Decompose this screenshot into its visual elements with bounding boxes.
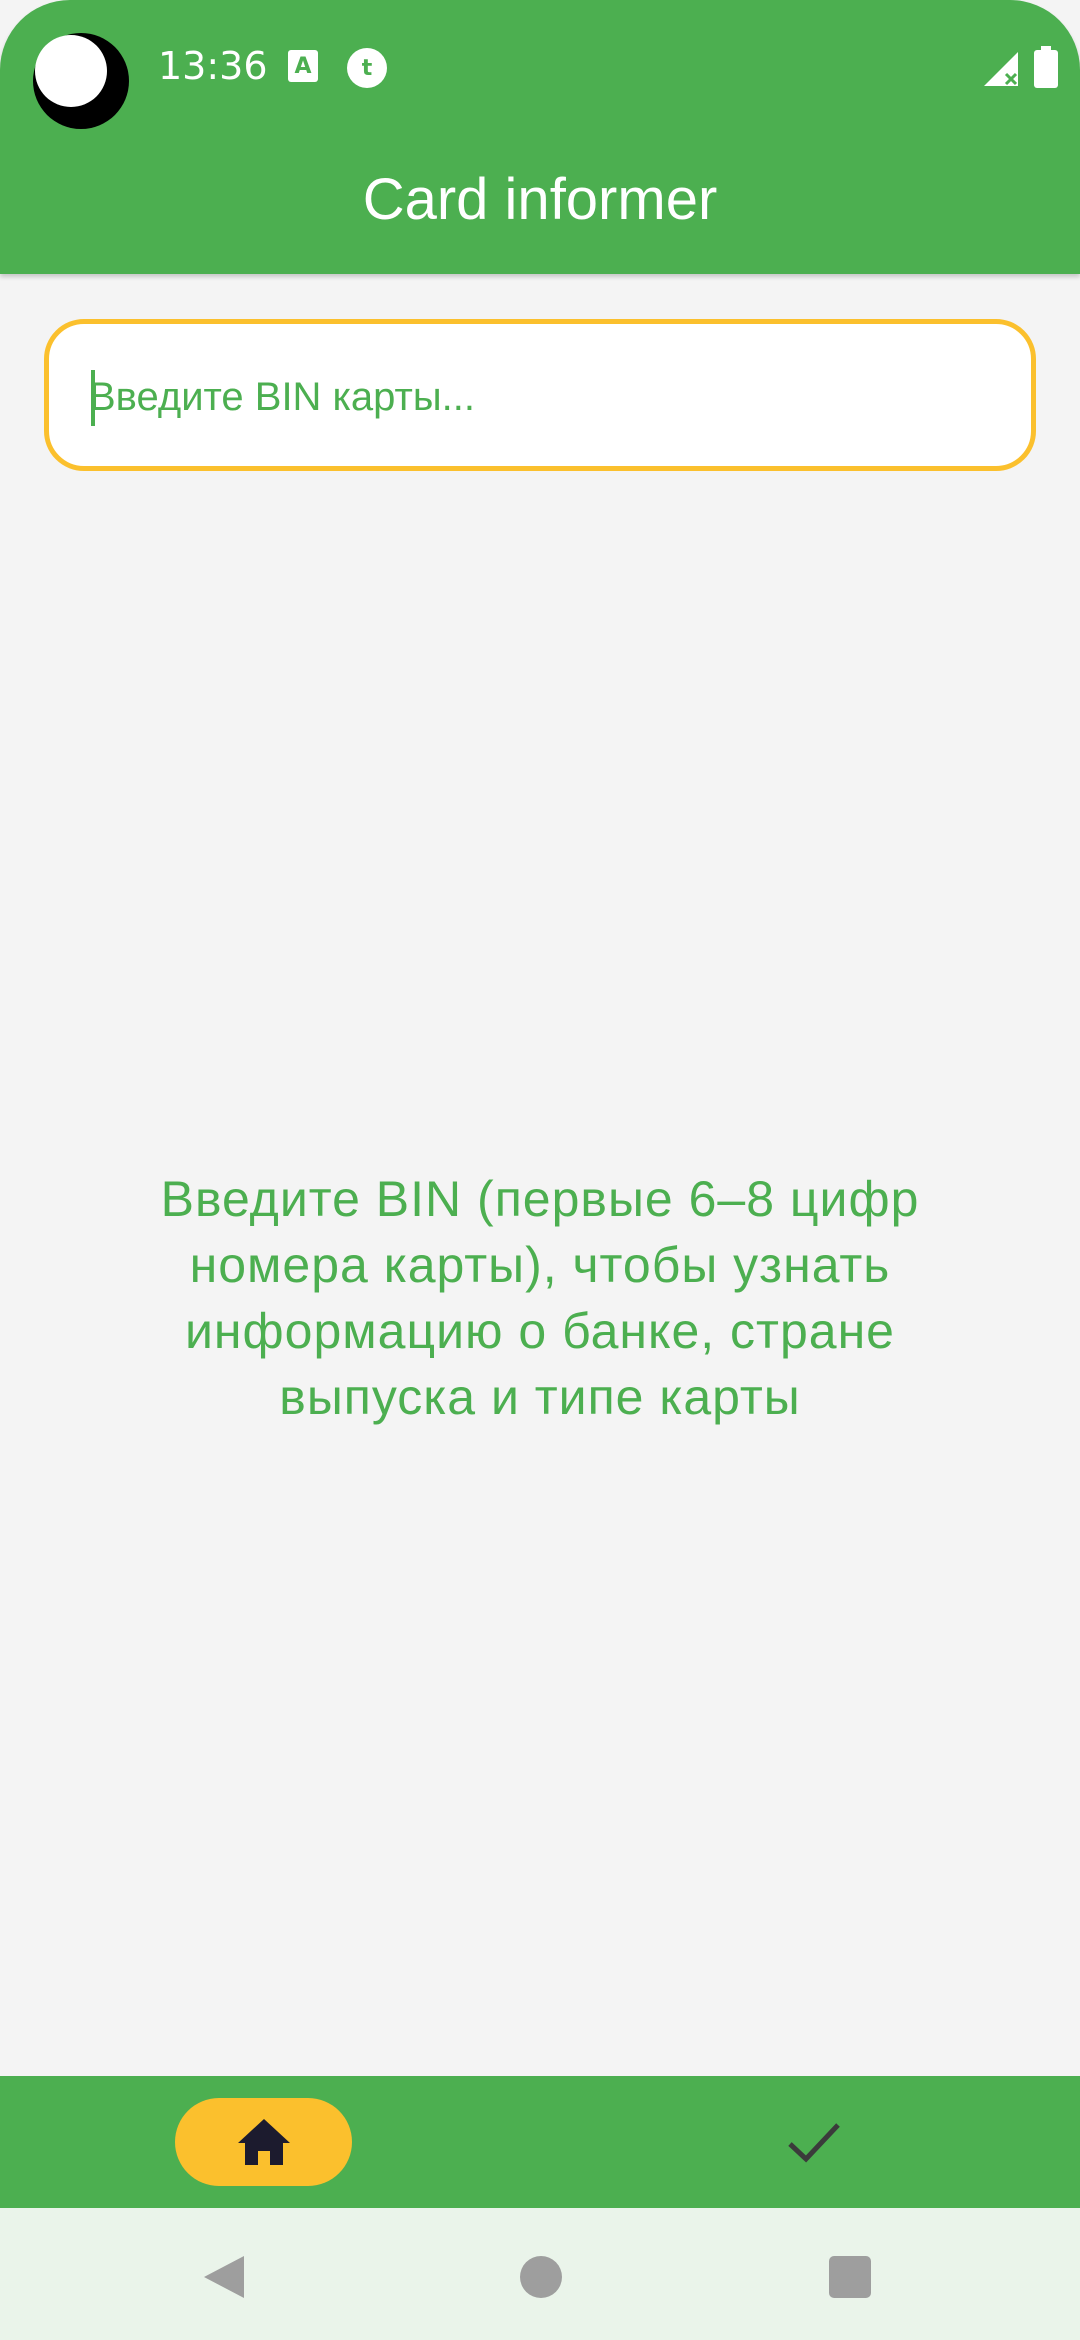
recents-icon[interactable] [829,2256,871,2298]
status-bar: 13:36 A t [0,0,1080,140]
check-icon [788,2123,840,2163]
bin-search-field[interactable] [44,319,1036,471]
signal-icon [984,52,1018,86]
phone-screen: 13:36 A t Card informer Введите BIN (пер… [0,0,1080,2340]
bottom-navigation [0,2076,1080,2208]
notification-a-icon: A [288,50,318,82]
camera-cutout [33,33,129,129]
notification-t-icon: t [347,48,387,88]
battery-icon [1034,46,1058,88]
bin-input[interactable] [89,366,989,428]
nav-check-button[interactable] [770,2098,858,2186]
home-circle-icon[interactable] [520,2256,562,2298]
nav-home-button[interactable] [175,2098,352,2186]
status-time: 13:36 [158,44,268,88]
hint-text: Введите BIN (первые 6–8 цифр номера карт… [160,1171,920,1425]
back-icon[interactable] [200,2252,250,2302]
system-navigation-bar [0,2208,1080,2340]
app-title: Card informer [362,167,718,232]
top-app-bar: 13:36 A t Card informer [0,0,1080,274]
home-icon [237,2119,290,2165]
